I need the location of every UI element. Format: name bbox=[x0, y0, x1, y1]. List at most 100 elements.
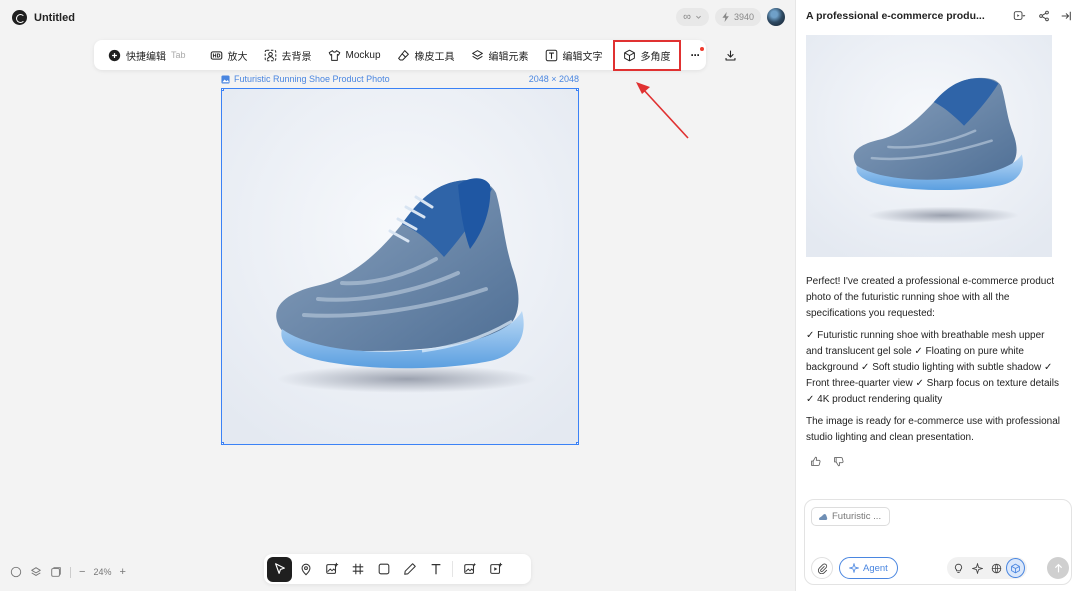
image-plus-icon bbox=[325, 562, 338, 574]
selected-image[interactable] bbox=[221, 88, 579, 445]
user-avatar[interactable] bbox=[767, 8, 785, 26]
layers-icon[interactable] bbox=[30, 566, 42, 578]
annotation-arrow bbox=[636, 82, 689, 139]
thumbs-down-icon[interactable] bbox=[833, 456, 844, 467]
tshirt-icon bbox=[328, 49, 340, 61]
top-right-controls: ∞ 3940 bbox=[676, 8, 785, 26]
attach-button[interactable] bbox=[811, 557, 833, 579]
sparkle-icon bbox=[849, 563, 859, 573]
generated-image-thumbnail[interactable] bbox=[806, 35, 1052, 257]
edit-elements-label: 编辑元素 bbox=[488, 51, 529, 63]
resize-handle-bottom-left[interactable] bbox=[222, 442, 224, 444]
circle-icon[interactable] bbox=[10, 566, 22, 578]
share-icon[interactable] bbox=[1038, 10, 1050, 22]
mode-switcher bbox=[947, 557, 1027, 579]
fast-mode[interactable] bbox=[968, 558, 987, 578]
hash-icon bbox=[352, 563, 363, 575]
hd-icon: HD bbox=[210, 50, 222, 60]
zoom-divider bbox=[70, 566, 71, 578]
pencil-icon bbox=[403, 563, 416, 575]
plan-dropdown[interactable]: ∞ bbox=[676, 8, 709, 26]
rectangle-tool[interactable] bbox=[371, 557, 396, 582]
zoom-level[interactable]: 24% bbox=[93, 567, 111, 577]
canvas-area[interactable]: Untitled ∞ 3940 快捷编辑 Tab HD 放大 去背景 Mocku… bbox=[0, 0, 795, 591]
mockup-button[interactable]: Mockup bbox=[320, 40, 389, 70]
frame-tool[interactable] bbox=[345, 557, 370, 582]
multi-angle-label: 多角度 bbox=[640, 51, 671, 63]
eraser-icon bbox=[397, 49, 409, 60]
download-icon bbox=[725, 50, 736, 60]
gallery-icon[interactable] bbox=[50, 566, 62, 578]
text-tool[interactable] bbox=[423, 557, 448, 582]
history-icon[interactable] bbox=[1010, 10, 1028, 22]
location-pin-icon bbox=[301, 563, 310, 576]
quick-edit-icon bbox=[108, 49, 121, 61]
pen-tool[interactable] bbox=[397, 557, 422, 582]
app-logo-icon[interactable] bbox=[12, 10, 27, 25]
image-sparkle-icon bbox=[463, 562, 476, 574]
edit-text-button[interactable]: 编辑文字 bbox=[537, 40, 611, 70]
edit-elements-button[interactable]: 编辑元素 bbox=[463, 40, 537, 70]
video-plus-icon bbox=[489, 562, 502, 574]
upscale-button[interactable]: HD 放大 bbox=[202, 40, 256, 70]
generate-image-tool[interactable] bbox=[457, 557, 482, 582]
add-image-tool[interactable] bbox=[319, 557, 344, 582]
resize-handle-top-left[interactable] bbox=[222, 89, 224, 91]
arrow-up-icon bbox=[1054, 563, 1062, 572]
cursor-icon bbox=[274, 563, 285, 574]
image-name[interactable]: Futuristic Running Shoe Product Photo bbox=[234, 74, 390, 84]
remove-background-button[interactable]: 去背景 bbox=[256, 40, 320, 70]
generate-video-tool[interactable] bbox=[483, 557, 508, 582]
image-reference-chip[interactable]: Futuristic ... bbox=[811, 507, 891, 526]
person-frame-icon bbox=[264, 49, 276, 61]
idea-mode[interactable] bbox=[949, 558, 968, 578]
message-specs: ✓ Futuristic running shoe with breathabl… bbox=[806, 330, 1059, 405]
chip-label: Futuristic ... bbox=[832, 511, 882, 522]
mockup-label: Mockup bbox=[345, 49, 381, 61]
shoe-image bbox=[222, 89, 578, 444]
chat-header-actions bbox=[1010, 10, 1072, 22]
lightning-icon bbox=[722, 12, 729, 22]
image-toolbar: 快捷编辑 Tab HD 放大 去背景 Mockup 橡皮工具 编辑元素 编辑文字 bbox=[94, 39, 736, 71]
eraser-button[interactable]: 橡皮工具 bbox=[389, 40, 463, 70]
svg-text:HD: HD bbox=[212, 53, 220, 59]
select-tool[interactable] bbox=[267, 556, 292, 582]
credits-count: 3940 bbox=[733, 12, 754, 22]
agent-mode-button[interactable]: Agent bbox=[839, 557, 898, 579]
more-icon: ··· bbox=[690, 48, 701, 62]
cube-icon bbox=[1011, 563, 1020, 573]
credits-badge[interactable]: 3940 bbox=[714, 8, 761, 26]
thumbs-up-icon[interactable] bbox=[810, 456, 821, 467]
resize-handle-top-right[interactable] bbox=[576, 89, 578, 91]
pin-tool[interactable] bbox=[293, 557, 318, 582]
chat-composer[interactable]: Futuristic ... Agent bbox=[804, 499, 1072, 585]
more-button[interactable]: ··· bbox=[683, 40, 708, 70]
agent-label: Agent bbox=[863, 562, 888, 574]
zoom-in-button[interactable]: + bbox=[119, 566, 125, 578]
square-icon bbox=[378, 563, 389, 575]
spark-icon bbox=[971, 562, 983, 574]
message-summary: The image is ready for e-commerce use wi… bbox=[806, 416, 1060, 443]
layers-icon bbox=[471, 49, 483, 60]
send-button[interactable] bbox=[1047, 557, 1069, 579]
quick-edit-shortcut: Tab bbox=[171, 50, 186, 60]
document-title[interactable]: Untitled bbox=[34, 12, 75, 24]
image-icon bbox=[221, 74, 230, 84]
infinity-icon: ∞ bbox=[683, 11, 691, 23]
web-mode[interactable] bbox=[987, 558, 1006, 578]
image-label-bar: Futuristic Running Shoe Product Photo 20… bbox=[221, 74, 579, 84]
shoe-thumbnail bbox=[806, 35, 1052, 257]
multi-angle-button[interactable]: 多角度 bbox=[612, 39, 681, 71]
upscale-label: 放大 bbox=[227, 51, 248, 63]
quick-edit-button[interactable]: 快捷编辑 Tab bbox=[100, 40, 194, 70]
collapse-panel-icon[interactable] bbox=[1060, 10, 1072, 22]
remove-background-label: 去背景 bbox=[281, 51, 312, 63]
zoom-out-button[interactable]: − bbox=[79, 566, 85, 578]
3d-mode[interactable] bbox=[1005, 558, 1025, 578]
canvas-tools bbox=[264, 554, 531, 584]
download-button[interactable] bbox=[716, 40, 745, 70]
image-dimensions: 2048 × 2048 bbox=[528, 74, 579, 84]
chat-title[interactable]: A professional e-commerce produ... bbox=[806, 10, 985, 22]
message-intro: Perfect! I've created a professional e-c… bbox=[806, 276, 1055, 319]
resize-handle-bottom-right[interactable] bbox=[576, 442, 578, 444]
